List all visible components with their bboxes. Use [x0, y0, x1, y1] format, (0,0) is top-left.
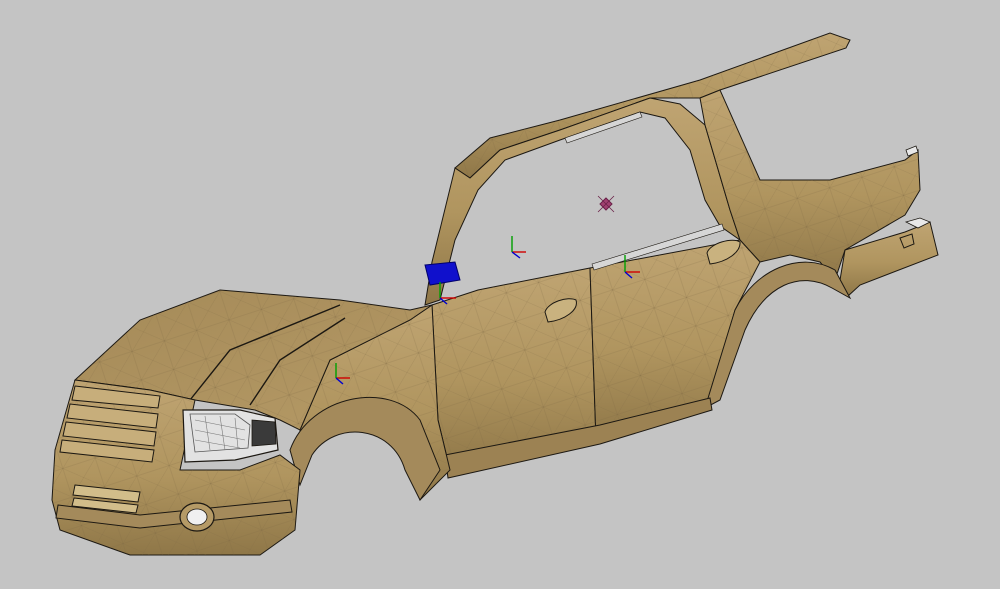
coordinate-axis-icon	[511, 236, 526, 259]
fog-lamp	[179, 502, 215, 532]
target-marker-icon[interactable]	[597, 195, 615, 213]
headlamp	[182, 409, 279, 463]
cad-viewport[interactable]	[0, 0, 1000, 589]
vehicle-body-model[interactable]	[0, 0, 1000, 589]
mirror-mount-block	[424, 261, 461, 286]
